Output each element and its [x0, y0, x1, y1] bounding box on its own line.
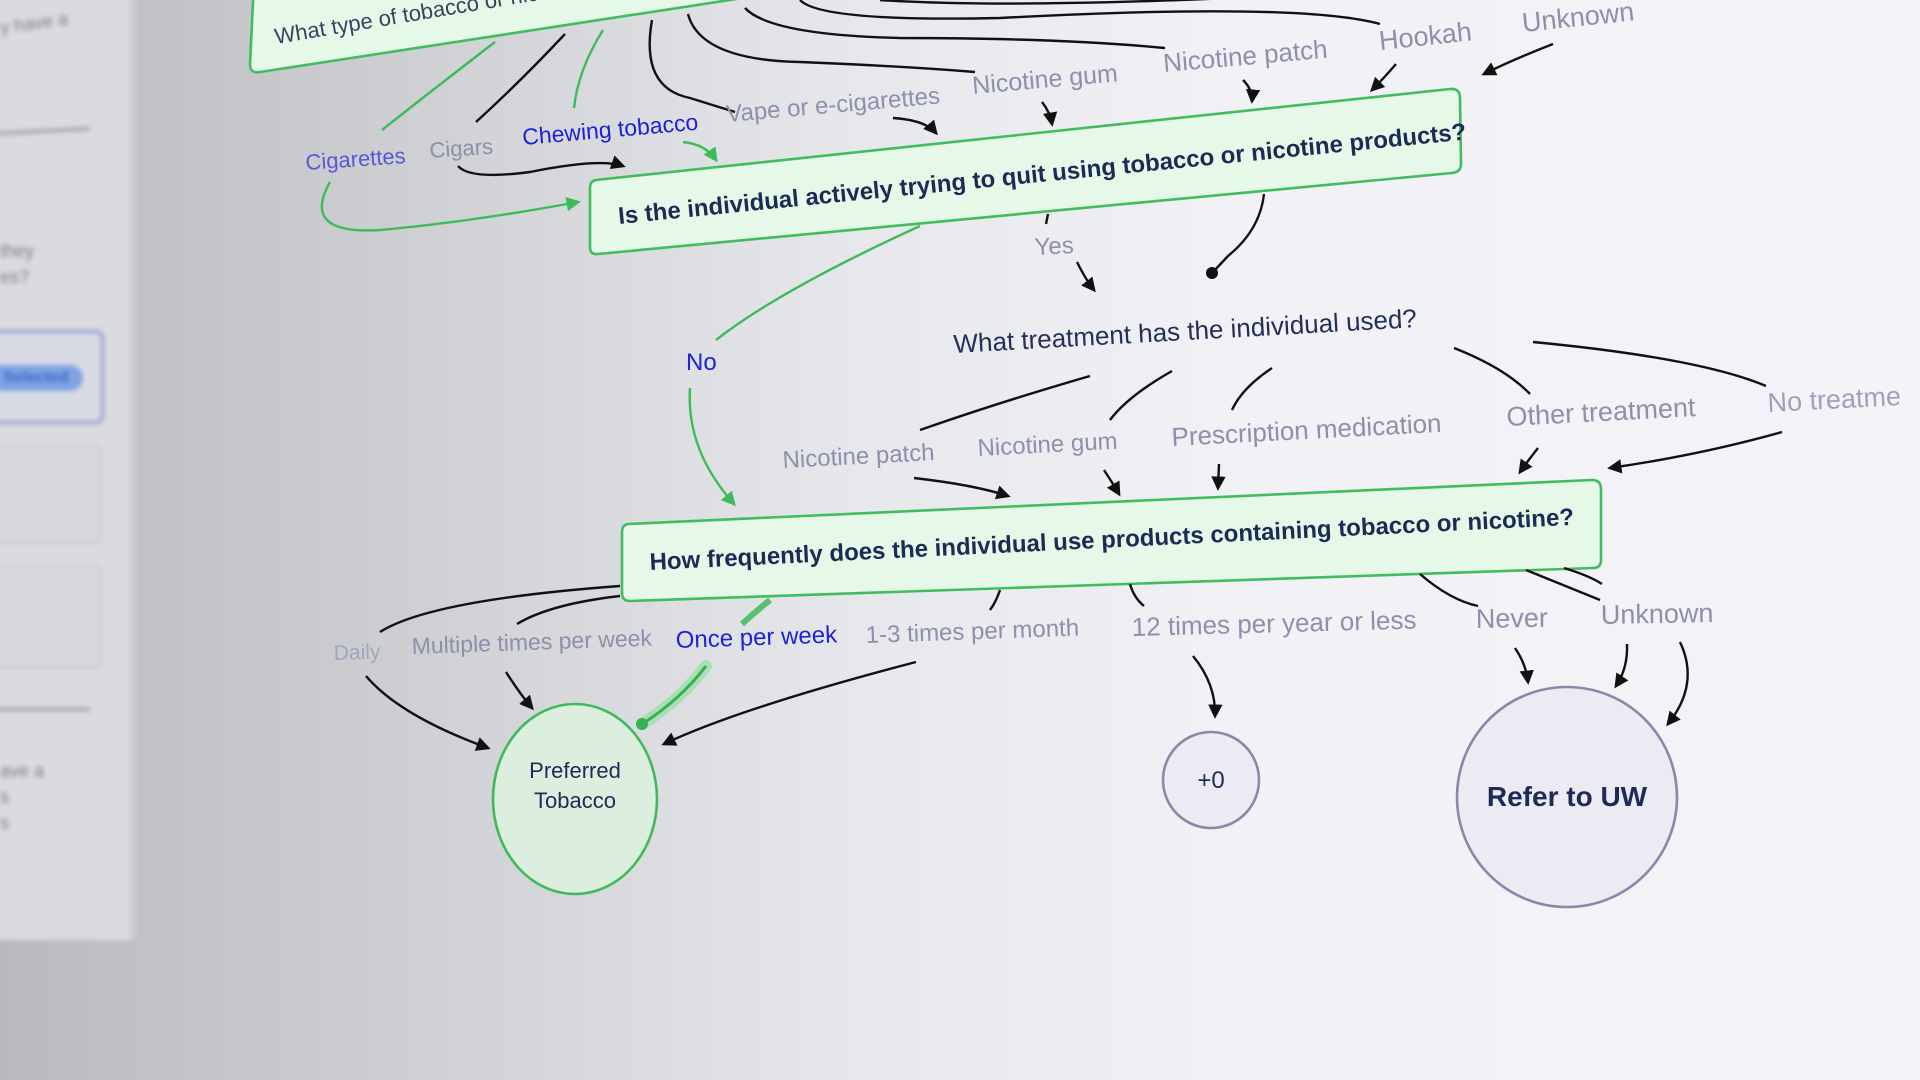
edge-vape-to-q2 [892, 116, 938, 136]
edge-cigarettes-to-q2 [320, 181, 581, 232]
edge-unknown-to-q2 [1481, 42, 1554, 76]
result-node-zero[interactable]: +0 [1161, 730, 1261, 830]
option-12-per-year[interactable]: 12 times per year or less [1131, 605, 1416, 642]
result-label: Tobacco [534, 788, 616, 813]
edge-patch-to-q2 [1242, 79, 1261, 104]
option-treatment-other[interactable]: Other treatment [1506, 392, 1697, 432]
edge-none-to-q4 [1607, 430, 1783, 474]
edge-hookah-to-q2 [1369, 63, 1397, 93]
edge-q1-gum [686, 13, 976, 74]
result-label: +0 [1197, 767, 1224, 794]
result-node-preferred-tobacco[interactable]: Preferred Tobacco [491, 702, 659, 896]
edge-q4-daily [379, 584, 621, 634]
edge-other-to-q4 [1518, 447, 1539, 475]
edge-q2-yes-out [1212, 193, 1266, 273]
edge-q2-yes-stub [1044, 213, 1050, 225]
edge-multiple-to-preferred [504, 671, 534, 711]
edge-unknown-to-refer-a [1614, 643, 1629, 689]
result-node-refer-to-uw[interactable]: Refer to UW [1455, 685, 1679, 909]
edge-chewing-to-q2 [682, 140, 718, 163]
edge-q1-cigarettes [381, 41, 496, 131]
edge-no-to-q4 [688, 387, 736, 507]
question-node-tobacco-type[interactable]: What type of tobacco or nicotine ha [248, 0, 795, 74]
result-label: Refer to UW [1487, 781, 1648, 812]
option-daily[interactable]: Daily [333, 640, 381, 665]
option-yes[interactable]: Yes [1034, 232, 1075, 261]
edge-q4-unknown-b [1563, 566, 1603, 586]
option-unknown-q4[interactable]: Unknown [1601, 598, 1714, 630]
edge-yes-to-q3 [1075, 261, 1096, 293]
edge-once-glow [636, 660, 712, 730]
option-cigars[interactable]: Cigars [429, 134, 494, 163]
edge-gum-to-q4 [1103, 469, 1121, 497]
edge-unknown-to-refer-b [1666, 641, 1689, 727]
flowchart-canvas: What type of tobacco or nicotine ha Ciga… [248, 0, 1902, 909]
edge-q4-monthly [989, 589, 1002, 611]
option-unknown-q1[interactable]: Unknown [1520, 0, 1635, 38]
option-chewing-tobacco[interactable]: Chewing tobacco [521, 109, 699, 150]
option-treatment-patch[interactable]: Nicotine patch [782, 439, 935, 474]
option-vape[interactable]: Vape or e-cigarettes [725, 82, 941, 128]
option-no[interactable]: No [686, 349, 717, 376]
option-nicotine-patch[interactable]: Nicotine patch [1162, 34, 1329, 78]
edge-q4-never [1419, 573, 1479, 608]
edge-anchor-dot [1206, 267, 1218, 279]
result-label: Preferred [529, 758, 621, 783]
edge-cigars-to-q2 [457, 155, 626, 177]
edge-q4-unknown-a [1525, 568, 1601, 602]
option-hookah[interactable]: Hookah [1377, 16, 1473, 56]
edge-daily-to-preferred [365, 675, 491, 751]
option-multiple-per-week[interactable]: Multiple times per week [411, 625, 653, 659]
option-once-per-week[interactable]: Once per week [675, 621, 838, 654]
option-nicotine-gum[interactable]: Nicotine gum [971, 59, 1119, 100]
edge-patch-to-q4 [913, 476, 1011, 500]
edge-yearly-to-zero [1192, 655, 1223, 719]
edge-q3-none [1532, 340, 1767, 388]
option-treatment-gum[interactable]: Nicotine gum [977, 428, 1118, 462]
edge-anchor-dot [636, 718, 648, 730]
option-never[interactable]: Never [1476, 603, 1549, 634]
edge-gum-to-q2 [1041, 101, 1058, 127]
edge-q1-chewing [572, 29, 605, 109]
edge-q1-unknown [879, 0, 1211, 5]
edge-q2-no [715, 224, 921, 341]
edge-q1-vape [648, 19, 736, 114]
edge-q4-multiple [516, 594, 621, 626]
edge-q3-gum [1109, 369, 1173, 421]
edge-rx-to-q4 [1211, 463, 1226, 491]
edge-q4-once-highlight [739, 597, 772, 627]
option-treatment-rx[interactable]: Prescription medication [1171, 408, 1442, 452]
edge-q4-yearly [1128, 583, 1145, 607]
question-text-treatment[interactable]: What treatment has the individual used? [953, 303, 1418, 359]
edge-q3-patch [919, 374, 1091, 432]
question-node-frequency[interactable]: How frequently does the individual use p… [620, 478, 1603, 603]
option-cigarettes[interactable]: Cigarettes [305, 143, 407, 175]
question-node-quitting[interactable]: Is the individual actively trying to qui… [588, 87, 1467, 256]
edge-q3-rx [1230, 367, 1273, 411]
option-treatment-none[interactable]: No treatme [1767, 381, 1902, 418]
edge-q3-other [1453, 346, 1531, 395]
option-1-3-per-month[interactable]: 1-3 times per month [865, 615, 1079, 649]
edge-never-to-refer [1514, 647, 1534, 685]
